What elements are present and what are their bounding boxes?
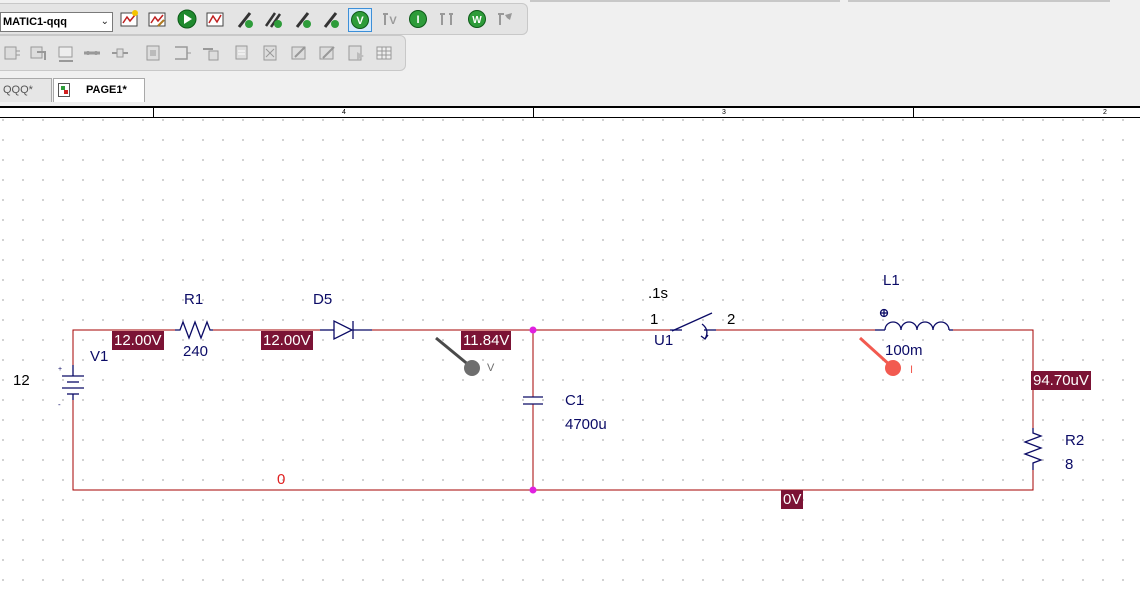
bias-voltage-label[interactable]: 12.00V xyxy=(261,331,313,350)
resistor-r1-symbol xyxy=(175,320,213,340)
schematic-drawing: + - xyxy=(58,308,1043,494)
bias-voltage-label[interactable]: 12.00V xyxy=(112,331,164,350)
inductor-l1-symbol xyxy=(875,308,953,331)
l1-value[interactable]: 100m xyxy=(885,343,923,359)
svg-text:+: + xyxy=(58,366,62,373)
r2-value[interactable]: 8 xyxy=(1065,457,1073,473)
ground-net-label[interactable]: 0 xyxy=(277,472,285,488)
current-probe-letter: I xyxy=(910,364,914,376)
schematic-canvas[interactable]: + - 12 V1 R1 240 D5 C1 4700u .1s 1 2 U1 … xyxy=(0,119,1140,599)
bias-voltage-label[interactable]: 0V xyxy=(781,490,804,509)
u1-pin1: 1 xyxy=(650,311,659,328)
u1-time[interactable]: .1s xyxy=(648,286,668,302)
battery-v1-symbol: + - xyxy=(58,365,84,409)
switch-u1-symbol xyxy=(670,312,716,340)
r2-ref[interactable]: R2 xyxy=(1065,433,1084,449)
svg-text:-: - xyxy=(58,400,61,409)
diode-d5-symbol xyxy=(320,319,372,341)
c1-ref[interactable]: C1 xyxy=(565,393,584,409)
junction-dot xyxy=(529,326,537,334)
voltage-probe-letter: V xyxy=(487,362,495,374)
u1-ref[interactable]: U1 xyxy=(654,333,673,349)
wire-r2-bottom xyxy=(72,400,1034,491)
l1-ref[interactable]: L1 xyxy=(883,273,900,289)
capacitor-c1-symbol xyxy=(523,396,543,405)
v1-value[interactable]: 12 xyxy=(13,373,30,389)
wire-inductor-right xyxy=(953,329,1034,428)
bias-voltage-label[interactable]: 11.84V xyxy=(461,331,512,350)
r1-value[interactable]: 240 xyxy=(183,344,208,360)
r1-ref[interactable]: R1 xyxy=(184,292,203,308)
bias-voltage-label[interactable]: 94.70uV xyxy=(1031,371,1091,390)
resistor-r2-symbol xyxy=(1023,428,1043,470)
d5-ref[interactable]: D5 xyxy=(313,292,332,308)
u1-pin2: 2 xyxy=(727,311,736,328)
junction-dot xyxy=(529,486,537,494)
v1-ref[interactable]: V1 xyxy=(90,349,108,365)
c1-value[interactable]: 4700u xyxy=(565,417,607,433)
